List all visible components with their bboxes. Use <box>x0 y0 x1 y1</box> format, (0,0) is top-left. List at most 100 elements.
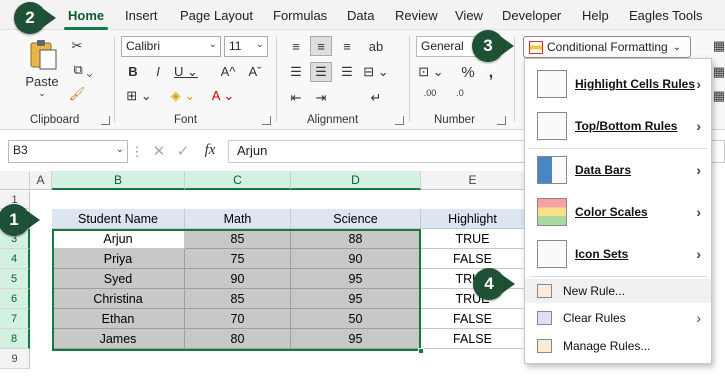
column-header-d[interactable]: D <box>291 171 421 190</box>
menu-item-new-rule[interactable]: New Rule... <box>525 279 711 303</box>
table-cell[interactable]: 95 <box>291 269 421 289</box>
header-cell-student-name[interactable]: Student Name <box>52 209 185 229</box>
row-header-4[interactable]: 4 <box>0 249 30 269</box>
cut-icon[interactable]: ✂ <box>68 38 86 54</box>
table-cell[interactable]: Ethan <box>52 309 185 329</box>
table-cell[interactable]: 95 <box>291 289 421 309</box>
cells-icon[interactable]: ▦ <box>712 64 725 80</box>
row-header-8[interactable]: 8 <box>0 329 30 349</box>
cell-styles-icon[interactable]: ▦ <box>712 38 725 54</box>
decrease-decimal-icon[interactable]: .0 <box>448 88 472 98</box>
paste-button[interactable]: Paste <box>20 74 64 89</box>
menu-item-clear-rules[interactable]: Clear Rules › <box>525 306 711 330</box>
italic-icon[interactable]: I <box>149 64 167 79</box>
align-right-icon[interactable]: ☰ <box>336 62 358 82</box>
increase-font-icon[interactable]: A^ <box>218 64 238 79</box>
more-options-icon[interactable]: ⋮ <box>131 144 144 160</box>
column-header-a[interactable]: A <box>30 171 52 190</box>
comma-icon[interactable]: , <box>484 64 498 82</box>
menu-item-highlight-cells-rules[interactable]: Highlight Cells Rules › <box>525 65 711 103</box>
conditional-formatting-button[interactable]: Conditional Formatting ⌄ <box>523 36 691 58</box>
row-header-9[interactable]: 9 <box>0 349 30 369</box>
row-header-5[interactable]: 5 <box>0 269 30 289</box>
font-size-select[interactable]: 11 ⌄ <box>224 36 268 57</box>
percent-icon[interactable]: % <box>458 64 478 81</box>
table-cell[interactable]: Arjun <box>52 229 185 249</box>
alignment-launcher-icon[interactable] <box>395 116 404 125</box>
header-cell-math[interactable]: Math <box>185 209 291 229</box>
table-cell[interactable]: 85 <box>185 289 291 309</box>
table-cell[interactable]: 95 <box>291 329 421 349</box>
tab-formulas[interactable]: Formulas <box>273 8 327 23</box>
format-painter-icon[interactable]: 🖌 <box>68 86 86 102</box>
wrap-text-icon[interactable]: ↵ <box>365 88 387 108</box>
insert-function-icon[interactable]: fx <box>199 142 221 159</box>
table-cell[interactable]: FALSE <box>421 329 525 349</box>
column-header-c[interactable]: C <box>185 171 291 190</box>
font-color-icon[interactable]: A ⌄ <box>208 88 238 104</box>
number-launcher-icon[interactable] <box>497 116 506 125</box>
borders-icon[interactable]: ⊞ ⌄ <box>124 88 154 104</box>
editing-icon[interactable]: ▦ <box>712 88 725 104</box>
table-cell[interactable]: 90 <box>185 269 291 289</box>
menu-item-data-bars[interactable]: Data Bars › <box>525 151 711 189</box>
menu-item-icon-sets[interactable]: Icon Sets › <box>525 235 711 273</box>
table-cell[interactable]: Priya <box>52 249 185 269</box>
row-header-7[interactable]: 7 <box>0 309 30 329</box>
cancel-icon[interactable]: ✕ <box>150 142 168 160</box>
tab-developer[interactable]: Developer <box>502 8 561 23</box>
align-middle-icon[interactable]: ≡ <box>310 36 332 56</box>
confirm-icon[interactable]: ✓ <box>174 142 192 160</box>
table-cell[interactable]: 85 <box>185 229 291 249</box>
currency-icon[interactable]: ⊡ ⌄ <box>418 64 444 80</box>
table-cell[interactable]: 88 <box>291 229 421 249</box>
increase-decimal-icon[interactable]: .00 <box>418 88 442 98</box>
tab-page-layout[interactable]: Page Layout <box>180 8 253 23</box>
table-cell[interactable]: James <box>52 329 185 349</box>
table-cell[interactable]: FALSE <box>421 309 525 329</box>
tab-insert[interactable]: Insert <box>125 8 158 23</box>
menu-item-color-scales[interactable]: Color Scales › <box>525 193 711 231</box>
table-cell[interactable]: 70 <box>185 309 291 329</box>
tab-home[interactable]: Home <box>68 8 104 23</box>
name-box[interactable]: B3 ⌄ <box>8 140 128 163</box>
tab-eagles-tools[interactable]: Eagles Tools <box>629 8 702 23</box>
column-header-e[interactable]: E <box>421 171 525 190</box>
font-name-select[interactable]: Calibri ⌄ <box>121 36 221 57</box>
table-cell[interactable]: Christina <box>52 289 185 309</box>
clipboard-launcher-icon[interactable] <box>101 116 110 125</box>
table-cell[interactable]: 80 <box>185 329 291 349</box>
table-cell[interactable]: 90 <box>291 249 421 269</box>
align-bottom-icon[interactable]: ≡ <box>336 36 358 56</box>
align-left-icon[interactable]: ☰ <box>285 62 307 82</box>
menu-item-top-bottom-rules[interactable]: Top/Bottom Rules › <box>525 107 711 145</box>
underline-icon[interactable]: U ⌄ <box>171 64 201 80</box>
decrease-indent-icon[interactable]: ⇤ <box>285 88 307 108</box>
decrease-font-icon[interactable]: Aˇ <box>245 64 265 79</box>
table-cell[interactable]: 75 <box>185 249 291 269</box>
header-cell-highlight[interactable]: Highlight <box>421 209 525 229</box>
table-cell[interactable]: Syed <box>52 269 185 289</box>
paste-icon[interactable] <box>26 38 60 72</box>
tab-help[interactable]: Help <box>582 8 609 23</box>
row-header-6[interactable]: 6 <box>0 289 30 309</box>
merge-center-icon[interactable]: ⊟ ⌄ <box>362 62 390 82</box>
tab-data[interactable]: Data <box>347 8 374 23</box>
bold-icon[interactable]: B <box>124 64 142 79</box>
fill-handle[interactable] <box>418 348 424 354</box>
select-all-corner[interactable] <box>0 171 30 190</box>
table-cell[interactable]: TRUE <box>421 229 525 249</box>
header-cell-science[interactable]: Science <box>291 209 421 229</box>
font-launcher-icon[interactable] <box>262 116 271 125</box>
increase-indent-icon[interactable]: ⇥ <box>310 88 332 108</box>
tab-view[interactable]: View <box>455 8 483 23</box>
align-top-icon[interactable]: ≡ <box>285 36 307 56</box>
menu-item-manage-rules[interactable]: Manage Rules... <box>525 334 711 358</box>
tab-review[interactable]: Review <box>395 8 438 23</box>
chevron-down-icon[interactable]: ⌄ <box>32 88 52 99</box>
fill-color-icon[interactable]: ◈ ⌄ <box>168 88 198 104</box>
copy-icon[interactable]: ⧉ ⌄ <box>68 62 98 78</box>
column-header-b[interactable]: B <box>52 171 185 190</box>
table-cell[interactable]: 50 <box>291 309 421 329</box>
table-cell[interactable]: FALSE <box>421 249 525 269</box>
